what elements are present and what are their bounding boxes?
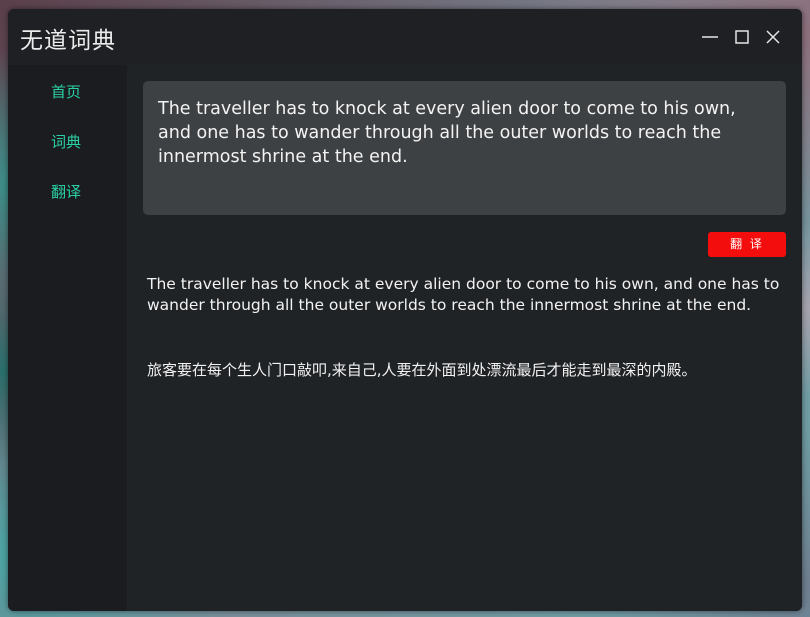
translation-input[interactable]: The traveller has to knock at every alie…: [143, 81, 786, 215]
app-title: 无道词典: [20, 28, 116, 54]
app-window: 无道词典 首页 词典 翻译 The traveller has to knock…: [8, 9, 802, 611]
sidebar-item-dictionary[interactable]: 词典: [51, 131, 81, 152]
result-translated-text: 旅客要在每个生人门口敲叩,来自己,人要在外面到处漂流最后才能走到最深的内殿。: [147, 361, 697, 379]
title-bar[interactable]: 无道词典: [8, 9, 802, 65]
sidebar-item-home[interactable]: 首页: [51, 81, 81, 102]
maximize-button[interactable]: [730, 25, 754, 49]
close-icon: [766, 30, 780, 44]
sidebar-item-translate[interactable]: 翻译: [51, 181, 81, 202]
minimize-icon: [702, 36, 718, 38]
translate-button[interactable]: 翻 译: [708, 232, 786, 257]
main-panel: The traveller has to knock at every alie…: [127, 65, 802, 611]
close-button[interactable]: [761, 25, 785, 49]
minimize-button[interactable]: [698, 25, 722, 49]
result-source-text: The traveller has to knock at every alie…: [147, 275, 780, 314]
maximize-icon: [735, 30, 749, 44]
sidebar: 首页 词典 翻译: [8, 65, 127, 611]
